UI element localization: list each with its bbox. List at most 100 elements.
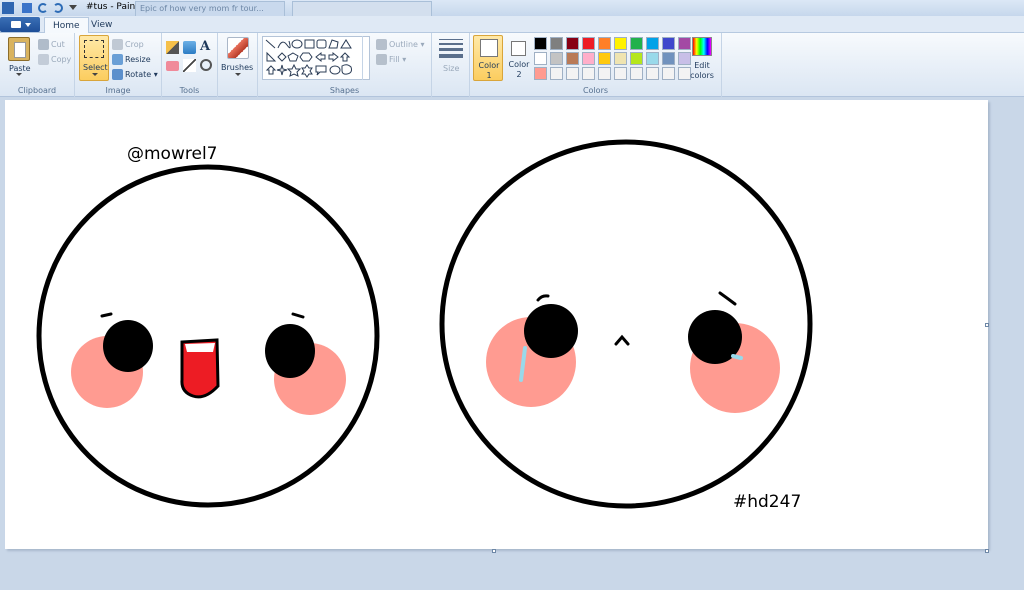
pencil-icon[interactable]: [166, 41, 179, 54]
file-menu-button[interactable]: [0, 17, 40, 32]
image-group-label: Image: [105, 86, 131, 95]
customize-toolbar-icon[interactable]: [69, 5, 77, 10]
eraser-icon[interactable]: [166, 61, 179, 71]
background-tab[interactable]: Epic of how very mom fr tour...: [135, 1, 285, 16]
shapes-group: Outline ▾ Fill ▾ Shapes: [258, 33, 432, 97]
palette-swatch[interactable]: [630, 52, 643, 65]
palette-swatch[interactable]: [566, 37, 579, 50]
cut-button[interactable]: Cut: [38, 39, 65, 50]
size-group[interactable]: Size: [432, 33, 470, 97]
file-menu-icon: [11, 21, 21, 28]
color2-label: Color 2: [508, 60, 530, 79]
save-icon[interactable]: [22, 3, 32, 13]
palette-swatch[interactable]: [534, 37, 547, 50]
palette-swatch[interactable]: [614, 52, 627, 65]
cut-label: Cut: [51, 40, 65, 49]
paint-app-icon[interactable]: [2, 2, 14, 14]
palette-swatch[interactable]: [630, 37, 643, 50]
palette-swatch[interactable]: [550, 67, 563, 80]
colors-group-label: Colors: [582, 86, 609, 95]
size-label: Size: [443, 64, 460, 73]
tools-group-label: Tools: [179, 86, 200, 95]
background-tab-2[interactable]: [292, 1, 432, 16]
paste-icon[interactable]: [8, 37, 30, 61]
canvas-area[interactable]: @mowrel7 #hd247: [0, 97, 1024, 590]
palette-swatch[interactable]: [678, 37, 691, 50]
resize-button[interactable]: Resize: [112, 54, 151, 65]
fill-button[interactable]: Fill ▾: [376, 54, 406, 65]
color1-button[interactable]: Color 1: [473, 35, 503, 81]
edit-colors-button[interactable]: Edit colors: [685, 61, 719, 81]
text-tool-icon[interactable]: A: [200, 39, 210, 54]
palette-swatch[interactable]: [566, 52, 579, 65]
undo-icon[interactable]: [38, 3, 48, 13]
palette-swatch[interactable]: [582, 37, 595, 50]
magnifier-icon[interactable]: [200, 59, 212, 71]
palette-swatch[interactable]: [598, 37, 611, 50]
palette-swatch[interactable]: [662, 67, 675, 80]
left-face-eye-right: [265, 324, 315, 378]
brushes-group[interactable]: Brushes: [218, 33, 258, 97]
left-face-outline: [36, 164, 380, 508]
copy-button[interactable]: Copy: [38, 54, 71, 65]
crop-label: Crop: [125, 40, 144, 49]
palette-swatch[interactable]: [630, 67, 643, 80]
palette-swatch[interactable]: [534, 67, 547, 80]
clipboard-group-label: Clipboard: [17, 86, 57, 95]
palette-swatch[interactable]: [646, 67, 659, 80]
brushes-label: Brushes: [221, 63, 254, 72]
resize-handle-right[interactable]: [985, 323, 989, 327]
drawing-canvas[interactable]: @mowrel7 #hd247: [5, 100, 988, 549]
select-dropdown-icon: [92, 73, 98, 76]
redo-icon[interactable]: [53, 3, 63, 13]
palette-swatch[interactable]: [534, 52, 547, 65]
crop-icon: [112, 39, 123, 50]
palette-swatch[interactable]: [662, 52, 675, 65]
shapes-gallery[interactable]: [262, 36, 370, 80]
ribbon: Paste Cut Copy Clipboard Select Crop Res…: [0, 33, 1024, 97]
brush-icon: [227, 37, 249, 59]
palette-swatch[interactable]: [646, 37, 659, 50]
palette-swatch[interactable]: [550, 37, 563, 50]
rotate-icon: [112, 69, 123, 80]
shapes-scroll[interactable]: [362, 36, 371, 80]
color2-button[interactable]: Color 2: [505, 35, 533, 81]
paste-button[interactable]: Paste: [9, 64, 31, 73]
right-face-eye-left: [524, 304, 578, 358]
clipboard-group: Paste Cut Copy Clipboard: [0, 33, 75, 97]
tab-home[interactable]: Home: [44, 17, 89, 34]
right-face-tear-right: [731, 354, 743, 360]
palette-swatch[interactable]: [582, 67, 595, 80]
resize-handle-bottom[interactable]: [492, 549, 496, 553]
fill-bucket-icon[interactable]: [183, 41, 196, 54]
select-label: Select: [83, 63, 108, 72]
right-face-outline: [439, 139, 813, 509]
left-face-eye-left: [103, 320, 153, 372]
window-title: #tus - Paint: [86, 2, 139, 12]
color-picker-icon[interactable]: [183, 59, 196, 72]
palette-swatch[interactable]: [566, 67, 579, 80]
palette-swatch[interactable]: [646, 52, 659, 65]
outline-button[interactable]: Outline ▾: [376, 39, 425, 50]
select-button[interactable]: Select: [79, 35, 109, 81]
drawing: [36, 139, 813, 509]
color1-swatch: [480, 39, 498, 57]
outline-icon: [376, 39, 387, 50]
palette-swatch[interactable]: [598, 52, 611, 65]
signature-left: @mowrel7: [127, 144, 218, 164]
palette-swatch[interactable]: [582, 52, 595, 65]
rotate-button[interactable]: Rotate ▾: [112, 69, 158, 80]
palette-swatch[interactable]: [550, 52, 563, 65]
palette-swatch[interactable]: [662, 37, 675, 50]
rainbow-palette-icon[interactable]: [692, 37, 712, 56]
resize-handle-corner[interactable]: [985, 549, 989, 553]
paste-dropdown-icon[interactable]: [16, 73, 22, 76]
color1-label: Color 1: [478, 61, 500, 80]
crop-button[interactable]: Crop: [112, 39, 144, 50]
palette-swatch[interactable]: [614, 67, 627, 80]
rotate-label: Rotate: [125, 70, 152, 79]
fill-icon: [376, 54, 387, 65]
palette-swatch[interactable]: [598, 67, 611, 80]
palette-swatch[interactable]: [614, 37, 627, 50]
tab-view[interactable]: View: [83, 17, 120, 34]
